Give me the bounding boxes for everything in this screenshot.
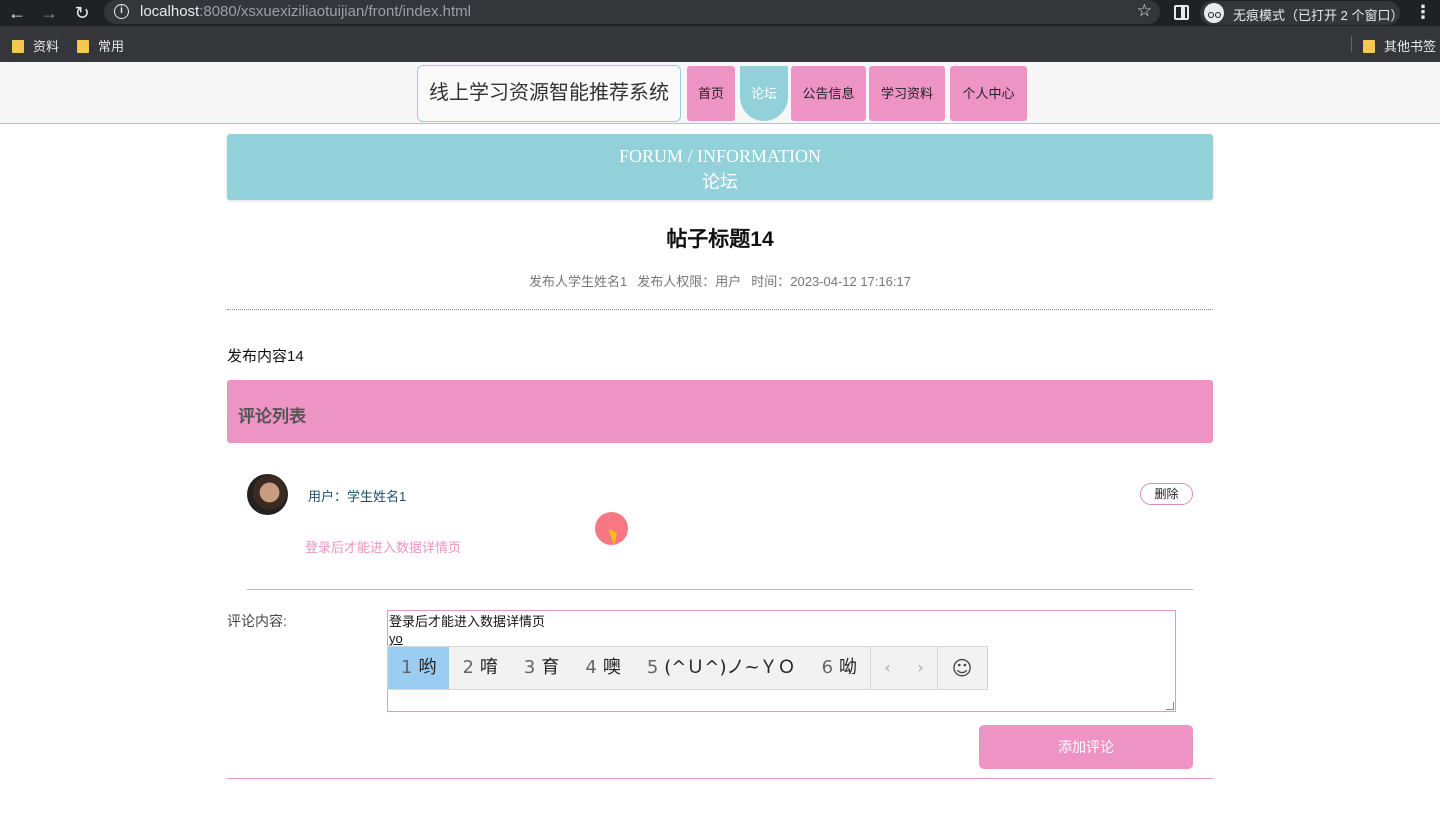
ime-candidate-number: 2 xyxy=(462,657,474,678)
ime-candidate-bar: 1哟 2唷 3育 4噢 5 (^Ｕ^)ノ~ＹＯ 6呦 ‹ › ☺ xyxy=(387,646,988,690)
delete-comment-button[interactable]: 删除 xyxy=(1140,483,1193,505)
textarea-line: 登录后才能进入数据详情页 xyxy=(389,614,546,629)
ime-candidate-text: 噢 xyxy=(602,657,621,678)
browser-toolbar: ← → ↻ i localhost:8080/xsxuexiziliaotuij… xyxy=(0,0,1440,26)
nav-forum[interactable]: 论坛 xyxy=(740,66,788,121)
nav-learning-materials[interactable]: 学习资料 xyxy=(869,66,945,121)
post-meta: 发布人学生姓名1 发布人权限：用户 时间：2023-04-12 17:16:17 xyxy=(227,271,1213,290)
page-banner: FORUM / INFORMATION 论坛 xyxy=(227,134,1213,200)
other-bookmarks[interactable]: 其他书签 xyxy=(1363,36,1436,55)
banner-title-zh: 论坛 xyxy=(702,172,738,192)
divider xyxy=(247,589,1193,590)
incognito-label: 无痕模式（已打开 2 个窗口） xyxy=(1233,8,1404,23)
url-text[interactable]: localhost:8080/xsxuexiziliaotuijian/fron… xyxy=(140,3,471,20)
ime-candidate-text: (^Ｕ^)ノ~ＹＯ xyxy=(664,657,796,678)
address-bar[interactable]: i localhost:8080/xsxuexiziliaotuijian/fr… xyxy=(104,0,1160,24)
folder-icon xyxy=(12,40,24,53)
ime-candidate[interactable]: 4噢 xyxy=(572,647,633,689)
bookmark-label: 常用 xyxy=(98,39,125,54)
folder-icon xyxy=(77,40,89,53)
post-title: 帖子标题14 xyxy=(666,228,774,251)
comment-list-title: 评论列表 xyxy=(238,407,306,426)
comment-user: 用户：学生姓名1 xyxy=(308,489,407,504)
site-header: 线上学习资源智能推荐系统 首页 论坛 公告信息 学习资料 个人中心 xyxy=(0,62,1440,124)
ime-candidate-number: 1 xyxy=(401,657,413,678)
comment-content-label: 评论内容: xyxy=(227,613,287,629)
nav-announcements[interactable]: 公告信息 xyxy=(791,66,866,121)
forward-icon[interactable]: → xyxy=(38,3,60,23)
bookmarks-bar: 资料 常用 其他书签 xyxy=(0,26,1440,62)
bookmark-folder-changyong[interactable]: 常用 xyxy=(77,36,124,55)
ime-candidate[interactable]: 3育 xyxy=(511,647,572,689)
side-panel-icon[interactable] xyxy=(1174,5,1189,20)
url-host: localhost xyxy=(140,3,200,20)
resize-handle-icon[interactable] xyxy=(1166,702,1174,710)
ime-candidate-number: 3 xyxy=(523,657,536,678)
reload-icon[interactable]: ↻ xyxy=(71,3,93,23)
site-brand[interactable]: 线上学习资源智能推荐系统 xyxy=(417,65,681,122)
textarea-composition: yo xyxy=(389,631,403,646)
ime-candidate[interactable]: 1哟 xyxy=(388,647,450,689)
divider xyxy=(227,309,1213,310)
ime-candidate-number: 4 xyxy=(585,657,597,678)
bookmarks-divider xyxy=(1351,36,1352,52)
comment-text: 登录后才能进入数据详情页 xyxy=(305,540,462,555)
ime-candidate[interactable]: 5 (^Ｕ^)ノ~ＹＯ xyxy=(634,647,809,689)
chevron-right-icon[interactable]: › xyxy=(904,647,937,689)
ime-candidate[interactable]: 2唷 xyxy=(449,647,510,689)
folder-icon xyxy=(1363,40,1375,53)
divider xyxy=(227,778,1213,779)
ime-candidate-number: 6 xyxy=(821,657,834,678)
ime-candidate[interactable]: 6呦 xyxy=(809,647,870,689)
incognito-icon xyxy=(1204,3,1224,23)
ime-page-arrows: ‹ › xyxy=(870,647,939,689)
add-comment-button[interactable]: 添加评论 xyxy=(979,725,1193,769)
back-icon[interactable]: ← xyxy=(6,3,28,23)
bookmark-folder-ziliao[interactable]: 资料 xyxy=(12,36,59,55)
ime-candidate-text: 哟 xyxy=(418,657,437,678)
nav-home[interactable]: 首页 xyxy=(687,66,735,121)
browser-menu-icon[interactable]: ⋮ xyxy=(1414,2,1432,23)
post-content: 发布内容14 xyxy=(227,348,304,365)
banner-title-en: FORUM / INFORMATION xyxy=(618,146,822,166)
comment-list-header: 评论列表 xyxy=(227,380,1213,443)
ime-candidate-number: 5 xyxy=(646,657,659,678)
bookmark-label: 资料 xyxy=(33,39,60,54)
ime-candidate-text: 呦 xyxy=(839,657,858,678)
emoji-icon[interactable]: ☺ xyxy=(938,647,986,689)
nav-personal-center[interactable]: 个人中心 xyxy=(950,66,1027,121)
ime-candidate-text: 唷 xyxy=(479,657,498,678)
bookmark-label: 其他书签 xyxy=(1384,39,1437,54)
post-role: 发布人权限：用户 xyxy=(637,274,742,289)
incognito-indicator[interactable]: 无痕模式（已打开 2 个窗口） xyxy=(1200,1,1404,25)
chevron-left-icon[interactable]: ‹ xyxy=(871,647,904,689)
bookmark-star-icon[interactable]: ☆ xyxy=(1137,1,1152,21)
ime-candidate-text: 育 xyxy=(541,657,560,678)
post-time: 时间：2023-04-12 17:16:17 xyxy=(751,274,911,289)
url-path: :8080/xsxuexiziliaotuijian/front/index.h… xyxy=(199,3,472,20)
post-author: 发布人学生姓名1 xyxy=(529,274,628,289)
avatar xyxy=(247,474,288,515)
site-info-icon[interactable]: i xyxy=(114,4,129,19)
